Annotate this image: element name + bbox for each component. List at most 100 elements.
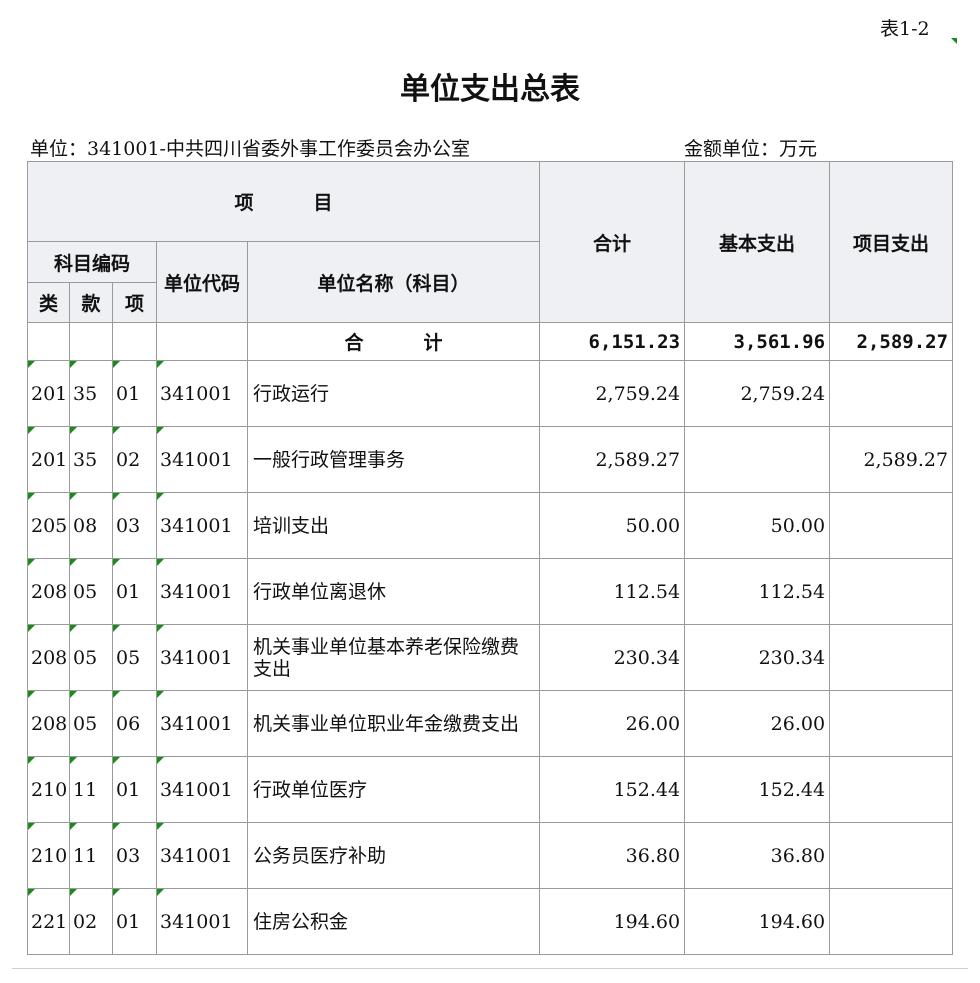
table-row: 210 11 03 341001 公务员医疗补助 36.80 36.80	[27, 822, 954, 889]
unit-code-cell: 341001	[156, 360, 248, 427]
kuan-cell: 08	[69, 492, 113, 559]
project-cell	[829, 492, 954, 559]
unit-code-cell: 341001	[156, 756, 248, 823]
basic-cell: 112.54	[684, 558, 831, 625]
lei-cell: 208	[27, 690, 70, 757]
xiang-header: 项	[112, 282, 157, 323]
unit-name-cell: 培训支出	[246, 492, 541, 559]
lei-cell: 208	[27, 624, 70, 691]
basic-cell: 2,759.24	[684, 360, 831, 427]
total-cell: 2,759.24	[539, 360, 686, 427]
kuan-cell: 35	[69, 426, 113, 493]
table-number: 表1-2	[880, 18, 930, 40]
total-cell: 50.00	[539, 492, 686, 559]
item-header: 项目	[26, 161, 541, 242]
unit-code-cell: 341001	[156, 492, 248, 559]
total-cell: 194.60	[539, 888, 686, 955]
kuan-cell: 11	[69, 822, 113, 889]
kuan-cell: 02	[69, 888, 113, 955]
table-row: 208 05 01 341001 行政单位离退休 112.54 112.54	[27, 558, 954, 625]
unit-code-cell: 341001	[156, 822, 248, 889]
unit-name-cell: 机关事业单位职业年金缴费支出	[246, 690, 541, 757]
lei-cell: 208	[27, 558, 70, 625]
unit-code-cell: 341001	[156, 558, 248, 625]
cell-marker-icon	[951, 38, 957, 44]
total-cell: 36.80	[539, 822, 686, 889]
unit-code-cell: 341001	[156, 690, 248, 757]
expenditure-table: 项目 合计 基本支出 项目支出 科目编码 单位代码 单位名称（科目） 类 款 项…	[26, 161, 954, 955]
kuan-cell: 05	[69, 558, 113, 625]
basic-expenditure-header: 基本支出	[684, 161, 831, 323]
xiang-cell: 01	[112, 558, 157, 625]
lei-cell: 210	[27, 756, 70, 823]
table-row: 205 08 03 341001 培训支出 50.00 50.00	[27, 492, 954, 559]
unit-code-cell: 341001	[156, 888, 248, 955]
unit-code-cell: 341001	[156, 624, 248, 691]
xiang-cell: 01	[112, 360, 157, 427]
basic-cell: 152.44	[684, 756, 831, 823]
table-row: 208 05 05 341001 机关事业单位基本养老保险缴费支出 230.34 230.3…	[27, 624, 954, 691]
project-cell	[829, 624, 954, 691]
unit-name-cell: 住房公积金	[246, 888, 541, 955]
table-row: 210 11 01 341001 行政单位医疗 152.44 152.44	[27, 756, 954, 823]
basic-cell: 36.80	[684, 822, 831, 889]
basic-cell: 194.60	[684, 888, 831, 955]
xiang-cell: 03	[112, 492, 157, 559]
project-expenditure-header: 项目支出	[829, 161, 954, 323]
basic-cell: 50.00	[684, 492, 831, 559]
kuan-cell: 11	[69, 756, 113, 823]
kuan-cell: 35	[69, 360, 113, 427]
unit-name-header: 单位名称（科目）	[246, 241, 541, 323]
lei-header: 类	[27, 282, 70, 323]
xiang-cell: 03	[112, 822, 157, 889]
amount-unit-label: 金额单位：万元	[684, 138, 818, 160]
total-cell: 230.34	[539, 624, 686, 691]
project-cell	[829, 558, 954, 625]
total-cell: 26.00	[539, 690, 686, 757]
project-cell	[829, 822, 954, 889]
unit-name-cell: 行政单位医疗	[246, 756, 541, 823]
table-row: 201 35 02 341001 一般行政管理事务 2,589.27 2,589.27	[27, 426, 954, 493]
basic-cell: 26.00	[684, 690, 831, 757]
table-row: 221 02 01 341001 住房公积金 194.60 194.60	[27, 888, 954, 955]
project-cell: 2,589.27	[829, 426, 954, 493]
project-cell	[829, 360, 954, 427]
kuan-header: 款	[69, 282, 113, 323]
xiang-cell: 02	[112, 426, 157, 493]
kuan-cell: 05	[69, 624, 113, 691]
total-cell: 152.44	[539, 756, 686, 823]
basic-cell: 230.34	[684, 624, 831, 691]
kuan-cell: 05	[69, 690, 113, 757]
total-amount: 6,151.23	[539, 322, 686, 361]
lei-cell: 205	[27, 492, 70, 559]
xiang-cell: 01	[112, 756, 157, 823]
basic-cell	[684, 426, 831, 493]
unit-label: 单位：341001-中共四川省委外事工作委员会办公室	[30, 138, 470, 160]
total-cell: 112.54	[539, 558, 686, 625]
table-row: 201 35 01 341001 行政运行 2,759.24 2,759.24	[27, 360, 954, 427]
project-cell	[829, 888, 954, 955]
total-row: 合计 6,151.23 3,561.96 2,589.27	[27, 322, 954, 361]
subject-code-header: 科目编码	[27, 241, 157, 283]
unit-code-cell: 341001	[156, 426, 248, 493]
unit-name-cell: 行政运行	[246, 360, 541, 427]
xiang-cell: 01	[112, 888, 157, 955]
lei-cell: 221	[27, 888, 70, 955]
project-cell	[829, 756, 954, 823]
table-row: 208 05 06 341001 机关事业单位职业年金缴费支出 26.00 26.00	[27, 690, 954, 757]
xiang-cell: 06	[112, 690, 157, 757]
xiang-cell: 05	[112, 624, 157, 691]
lei-cell: 201	[27, 426, 70, 493]
total-label: 合计	[246, 322, 541, 361]
lei-cell: 210	[27, 822, 70, 889]
unit-name-cell: 行政单位离退休	[246, 558, 541, 625]
total-basic: 3,561.96	[684, 322, 831, 361]
total-header: 合计	[539, 161, 686, 323]
unit-name-cell: 机关事业单位基本养老保险缴费支出	[246, 624, 541, 691]
project-cell	[829, 690, 954, 757]
lei-cell: 201	[27, 360, 70, 427]
unit-code-header: 单位代码	[156, 241, 248, 323]
unit-name-cell: 一般行政管理事务	[246, 426, 541, 493]
total-project: 2,589.27	[829, 322, 954, 361]
page-title: 单位支出总表	[400, 72, 580, 107]
